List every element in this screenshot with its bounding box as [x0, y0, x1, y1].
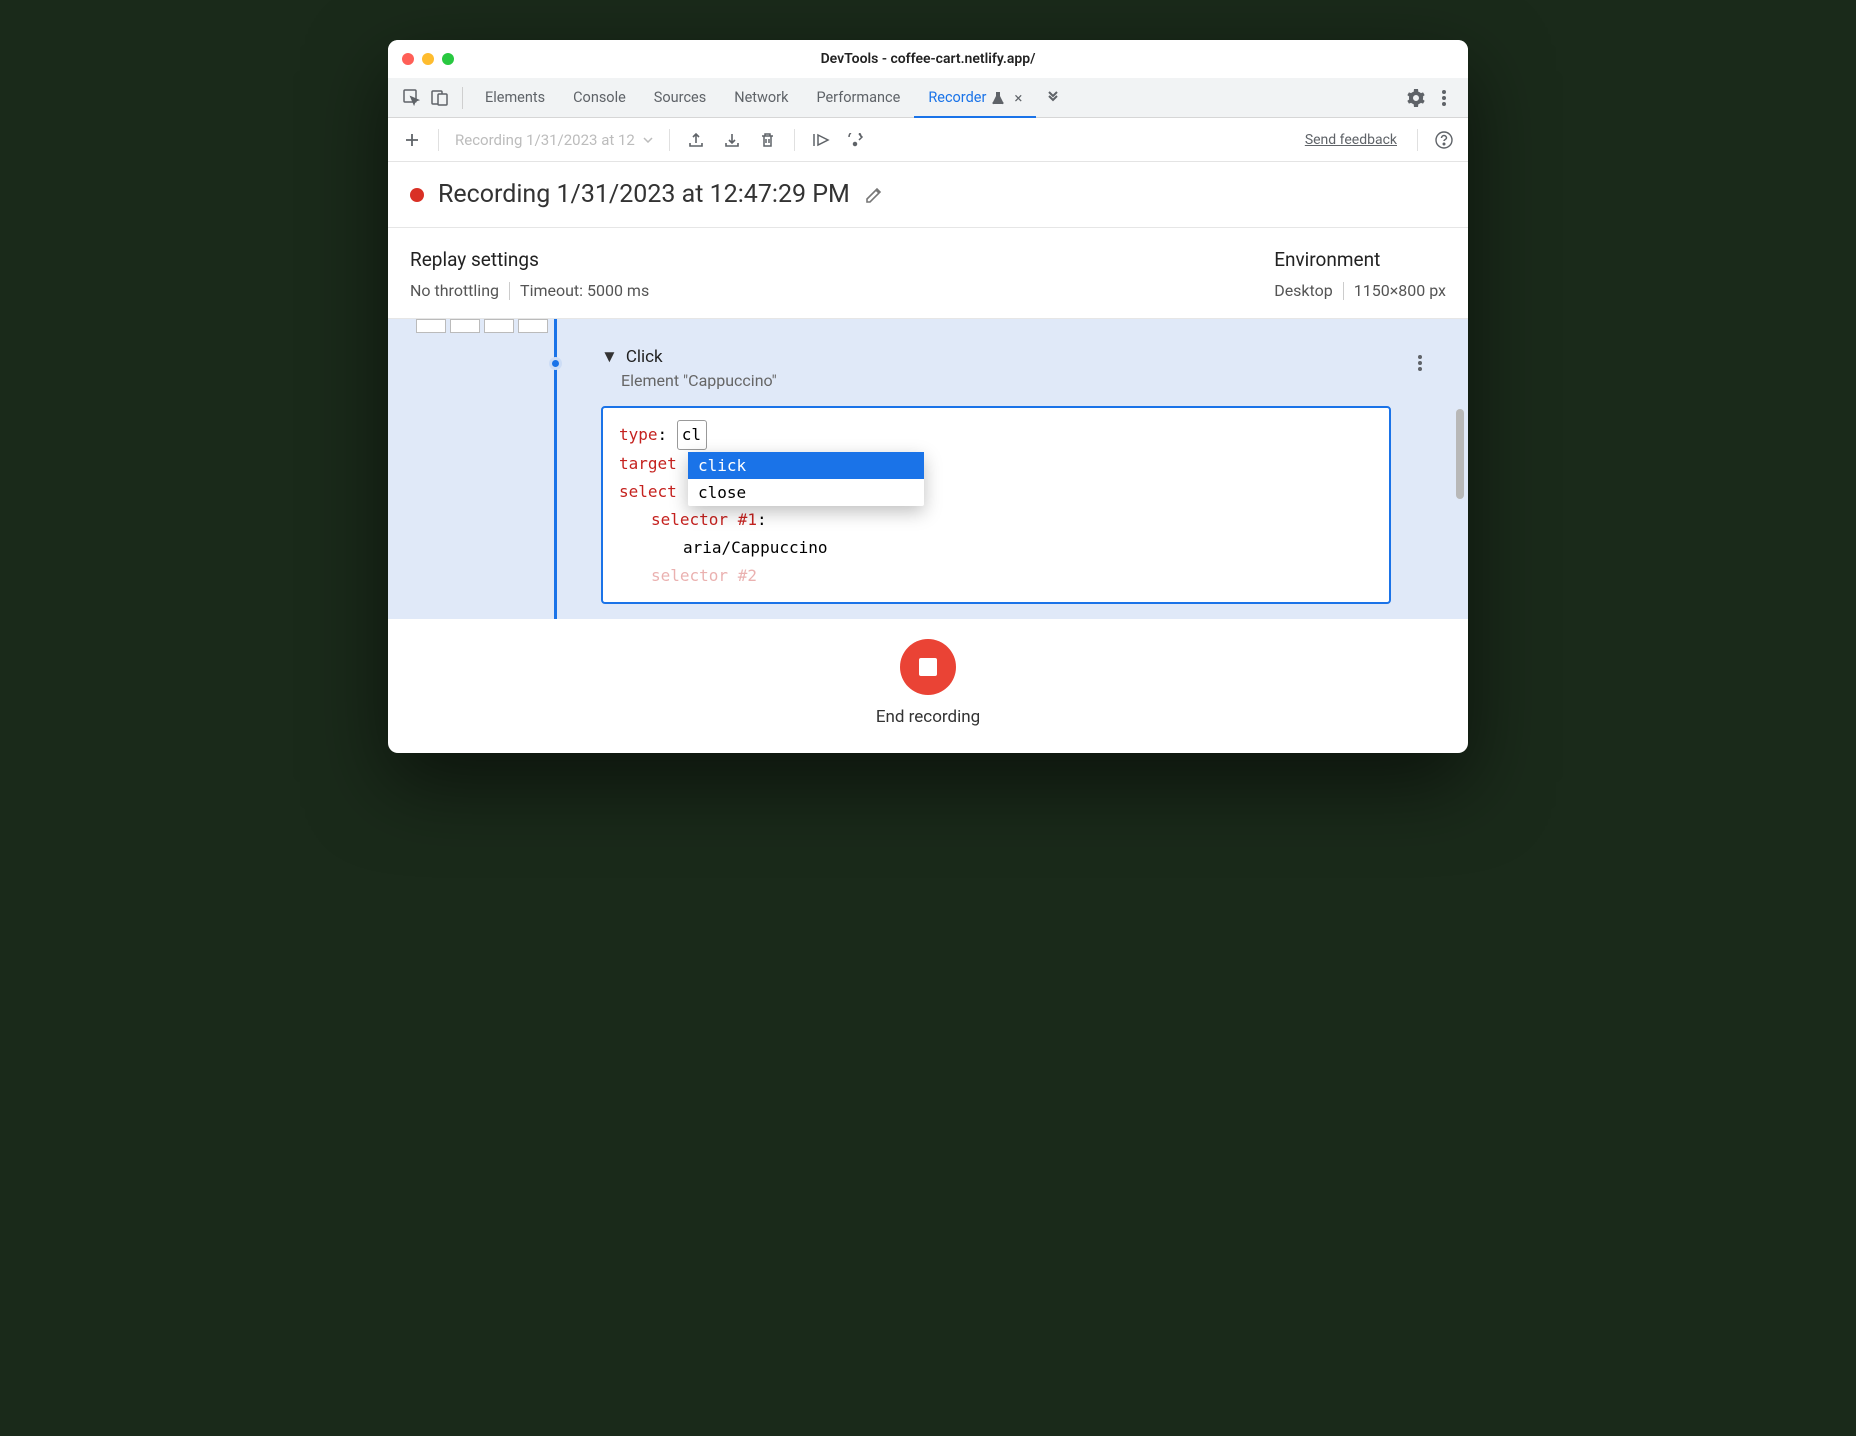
end-recording-label: End recording: [876, 707, 980, 727]
thumbnail-strip: [416, 319, 548, 333]
divider: [794, 129, 795, 151]
end-recording-button[interactable]: [900, 639, 956, 695]
divider: [669, 129, 670, 151]
divider: [509, 282, 510, 300]
recorder-toolbar: Recording 1/31/2023 at 12 Send feedback: [388, 118, 1468, 162]
stop-icon: [919, 658, 937, 676]
tab-console[interactable]: Console: [559, 78, 640, 117]
close-tab-icon[interactable]: ×: [1014, 89, 1022, 107]
tab-network[interactable]: Network: [720, 78, 802, 117]
titlebar: DevTools - coffee-cart.netlify.app/: [388, 40, 1468, 78]
selector-2-label: selector #2: [651, 566, 757, 585]
recording-title: Recording 1/31/2023 at 12:47:29 PM: [438, 180, 850, 209]
selector-1-label: selector #1: [651, 510, 757, 529]
autocomplete-option-click[interactable]: click: [688, 452, 924, 479]
type-input[interactable]: cl: [677, 420, 707, 450]
field-label-target: target: [619, 454, 677, 473]
tab-bar: Elements Console Sources Network Perform…: [388, 78, 1468, 118]
send-feedback-link[interactable]: Send feedback: [1305, 132, 1397, 148]
delete-icon[interactable]: [754, 126, 782, 154]
import-icon[interactable]: [718, 126, 746, 154]
step-thumbnail[interactable]: [484, 319, 514, 333]
step-subtitle: Element "Cappuccino": [621, 371, 1438, 390]
autocomplete-option-close[interactable]: close: [688, 479, 924, 506]
replay-settings: Replay settings No throttling Timeout: 5…: [410, 248, 649, 300]
step-title: Click: [626, 347, 663, 367]
autocomplete-popup: click close: [688, 452, 924, 506]
tab-performance[interactable]: Performance: [802, 78, 914, 117]
environment-heading: Environment: [1274, 248, 1380, 271]
settings-gear-icon[interactable]: [1402, 84, 1430, 112]
traffic-lights: [402, 53, 454, 65]
device-toggle-icon[interactable]: [426, 84, 454, 112]
selector-1-value[interactable]: aria/Cappuccino: [619, 534, 1373, 562]
step-thumbnail[interactable]: [416, 319, 446, 333]
inspect-element-icon[interactable]: [398, 84, 426, 112]
tab-recorder[interactable]: Recorder ×: [914, 79, 1036, 118]
footer: End recording: [388, 619, 1468, 753]
recording-title-row: Recording 1/31/2023 at 12:47:29 PM: [388, 162, 1468, 228]
step-thumbnail[interactable]: [518, 319, 548, 333]
edit-title-icon[interactable]: [864, 185, 884, 205]
help-icon[interactable]: [1430, 126, 1458, 154]
maximize-window-button[interactable]: [442, 53, 454, 65]
viewport-value[interactable]: 1150×800 px: [1354, 281, 1446, 300]
tab-elements[interactable]: Elements: [471, 78, 559, 117]
window-title: DevTools - coffee-cart.netlify.app/: [821, 51, 1036, 67]
tab-sources[interactable]: Sources: [640, 78, 720, 117]
settings-row: Replay settings No throttling Timeout: 5…: [388, 228, 1468, 319]
recording-selector[interactable]: Recording 1/31/2023 at 12: [451, 131, 657, 149]
kebab-menu-icon[interactable]: [1430, 84, 1458, 112]
more-tabs-icon[interactable]: [1036, 91, 1070, 105]
minimize-window-button[interactable]: [422, 53, 434, 65]
tabs: Elements Console Sources Network Perform…: [471, 78, 1036, 117]
divider: [1343, 282, 1344, 300]
field-label-selectors: select: [619, 482, 677, 501]
chevron-down-icon: [643, 137, 653, 143]
environment-values: Desktop 1150×800 px: [1274, 281, 1446, 300]
step-marker[interactable]: [549, 357, 562, 370]
environment-settings: Environment Desktop 1150×800 px: [1274, 248, 1446, 300]
replay-icon[interactable]: [807, 126, 835, 154]
throttling-value[interactable]: No throttling: [410, 281, 499, 300]
scrollbar[interactable]: [1456, 409, 1464, 499]
tab-label: Recorder: [928, 89, 986, 106]
export-icon[interactable]: [682, 126, 710, 154]
divider: [438, 129, 439, 151]
field-label-type: type: [619, 425, 658, 444]
step-icon[interactable]: [843, 126, 871, 154]
new-recording-icon[interactable]: [398, 126, 426, 154]
timeout-value[interactable]: Timeout: 5000 ms: [520, 281, 649, 300]
replay-settings-heading: Replay settings: [410, 248, 649, 271]
recording-selector-label: Recording 1/31/2023 at 12: [455, 131, 635, 149]
step-thumbnail[interactable]: [450, 319, 480, 333]
close-window-button[interactable]: [402, 53, 414, 65]
devtools-window: DevTools - coffee-cart.netlify.app/ Elem…: [388, 40, 1468, 753]
recording-indicator-icon: [410, 188, 424, 202]
step-header[interactable]: ▼ Click: [601, 347, 1438, 367]
steps-area: ▼ Click Element "Cappuccino" type: cl ta…: [388, 319, 1468, 619]
divider: [1417, 129, 1418, 151]
replay-settings-values: No throttling Timeout: 5000 ms: [410, 281, 649, 300]
flask-icon: [992, 91, 1004, 105]
divider: [462, 87, 463, 109]
caret-down-icon: ▼: [601, 347, 618, 367]
device-value[interactable]: Desktop: [1274, 281, 1333, 300]
